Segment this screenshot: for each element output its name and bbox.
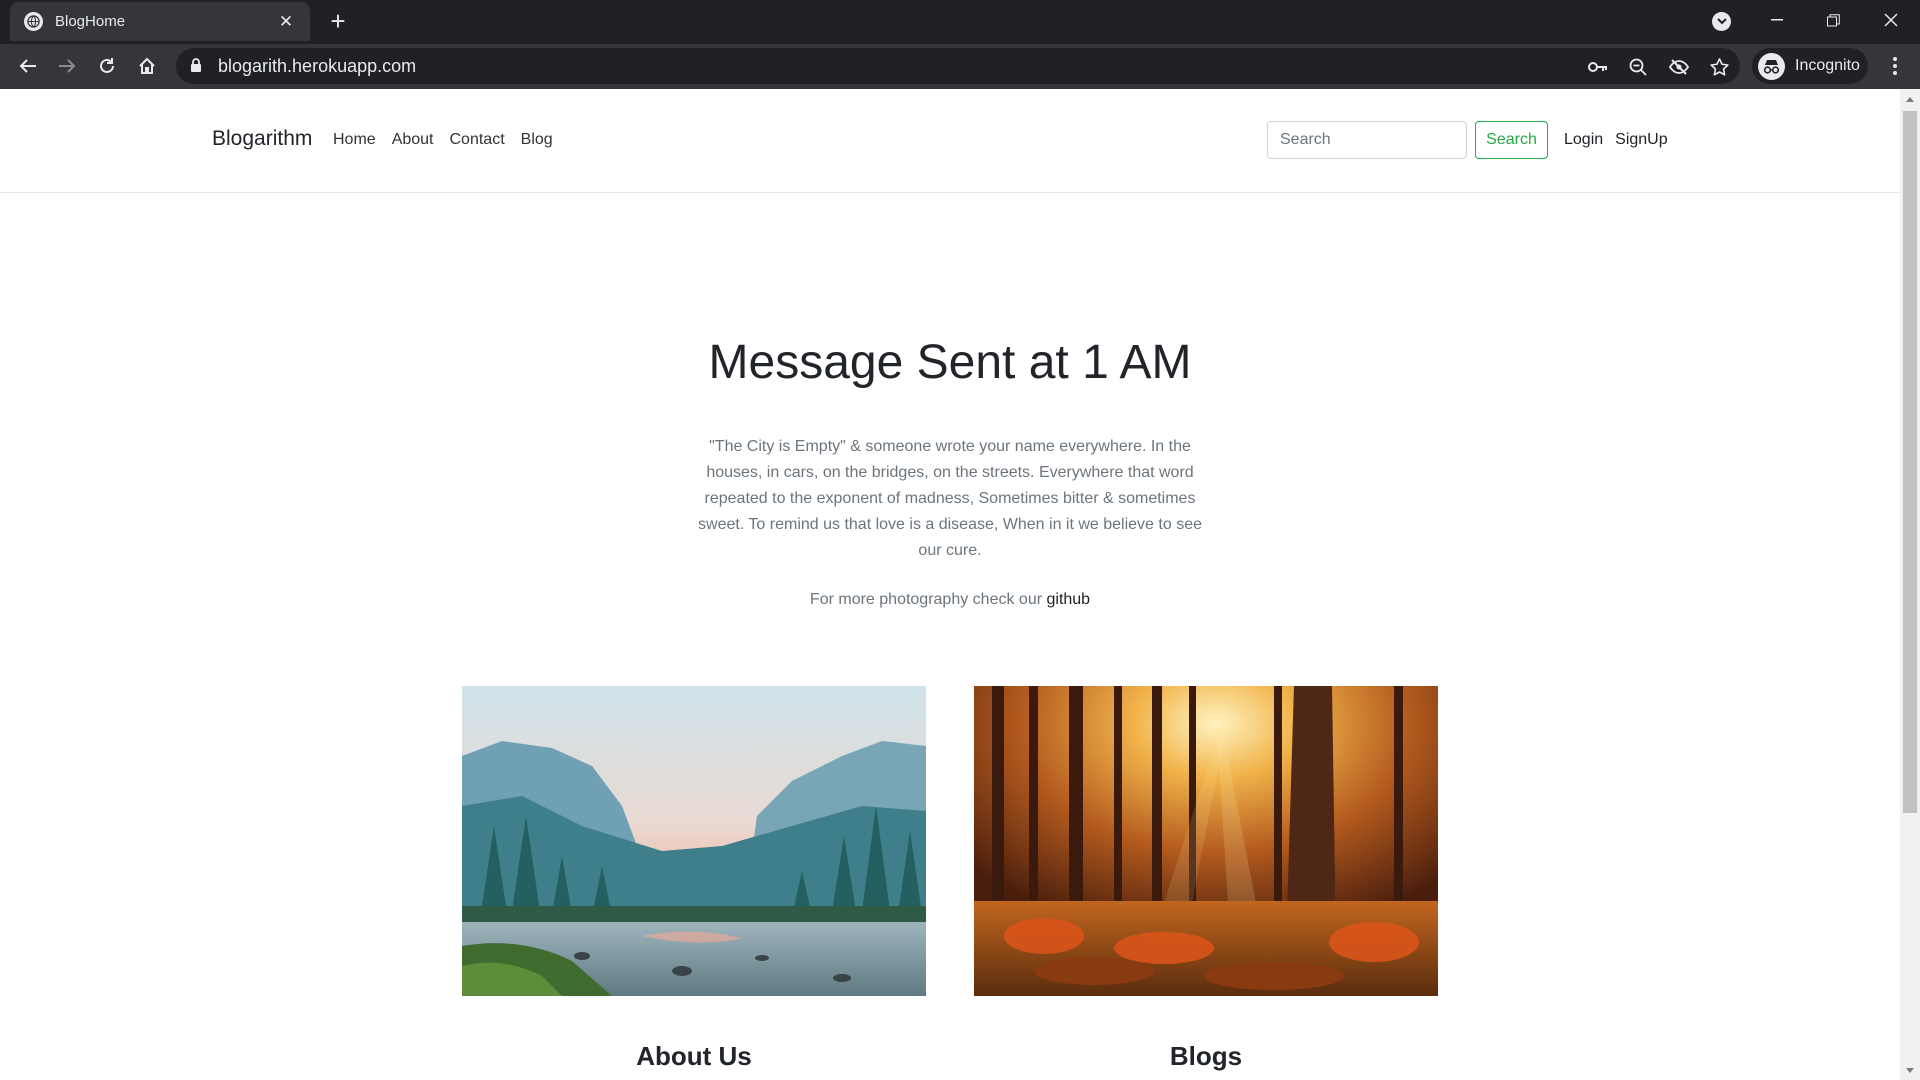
page-scrollbar[interactable] xyxy=(1900,89,1920,1080)
globe-icon xyxy=(24,12,43,31)
github-link[interactable]: github xyxy=(1046,591,1090,608)
signup-link[interactable]: SignUp xyxy=(1615,131,1667,149)
search-input[interactable] xyxy=(1267,121,1467,159)
auth-links: Login SignUp xyxy=(1564,131,1680,149)
scroll-down-arrow-icon[interactable] xyxy=(1900,1062,1920,1078)
search-button[interactable]: Search xyxy=(1475,121,1548,159)
eye-off-icon[interactable] xyxy=(1666,54,1692,80)
browser-tab[interactable]: BlogHome ✕ xyxy=(10,2,310,41)
nav-link-home[interactable]: Home xyxy=(333,131,376,149)
hero-text: "The City is Empty" & someone wrote your… xyxy=(698,438,1202,559)
hero-title: Message Sent at 1 AM xyxy=(708,336,1192,389)
incognito-profile-button[interactable]: Incognito xyxy=(1752,48,1868,84)
about-us-heading: About Us xyxy=(636,1041,752,1071)
brand-logo[interactable]: Blogarithm xyxy=(212,127,312,151)
page-viewport: Blogarithm Home About Contact Blog Searc… xyxy=(0,89,1900,1080)
bookmark-star-icon[interactable] xyxy=(1706,54,1732,80)
hero-more-prefix: For more photography check our xyxy=(809,591,1047,608)
browser-menu-icon[interactable] xyxy=(1880,50,1910,82)
scrollbar-thumb[interactable] xyxy=(1903,111,1917,813)
hero-more-text: For more photography check our github xyxy=(0,591,1900,609)
nav-link-contact[interactable]: Contact xyxy=(450,131,505,149)
tab-title: BlogHome xyxy=(55,13,126,30)
browser-chrome: BlogHome ✕ + blogarith.herokuapp.com Inc… xyxy=(0,0,1920,89)
minimize-icon[interactable] xyxy=(1752,0,1802,40)
key-icon[interactable] xyxy=(1585,54,1611,80)
address-bar[interactable]: blogarith.herokuapp.com xyxy=(176,48,1740,84)
site-navbar: Blogarithm Home About Contact Blog Searc… xyxy=(0,89,1900,193)
restore-icon[interactable] xyxy=(1808,0,1858,40)
forest-photo xyxy=(974,686,1438,996)
reload-icon[interactable] xyxy=(91,50,123,82)
back-arrow-icon[interactable] xyxy=(12,50,44,82)
blogs-heading: Blogs xyxy=(1169,1041,1243,1071)
scroll-up-arrow-icon[interactable] xyxy=(1900,91,1920,107)
zoom-out-icon[interactable] xyxy=(1625,54,1651,80)
home-icon[interactable] xyxy=(131,50,163,82)
nav-link-about[interactable]: About xyxy=(392,131,434,149)
url-text[interactable]: blogarith.herokuapp.com xyxy=(218,56,416,77)
forward-arrow-icon[interactable] xyxy=(51,50,83,82)
close-window-icon[interactable] xyxy=(1866,0,1916,40)
login-link[interactable]: Login xyxy=(1564,131,1603,149)
lock-icon[interactable] xyxy=(190,58,202,78)
incognito-icon xyxy=(1758,52,1785,80)
new-tab-icon[interactable]: + xyxy=(324,8,352,36)
nav-link-blog[interactable]: Blog xyxy=(521,131,553,149)
tab-search-icon[interactable] xyxy=(1712,12,1731,31)
valley-photo xyxy=(462,686,926,996)
nav-links: Home About Contact Blog xyxy=(333,131,569,149)
close-tab-icon[interactable]: ✕ xyxy=(276,12,296,32)
browser-toolbar: blogarith.herokuapp.com Incognito xyxy=(0,44,1920,89)
profile-label: Incognito xyxy=(1795,57,1860,74)
